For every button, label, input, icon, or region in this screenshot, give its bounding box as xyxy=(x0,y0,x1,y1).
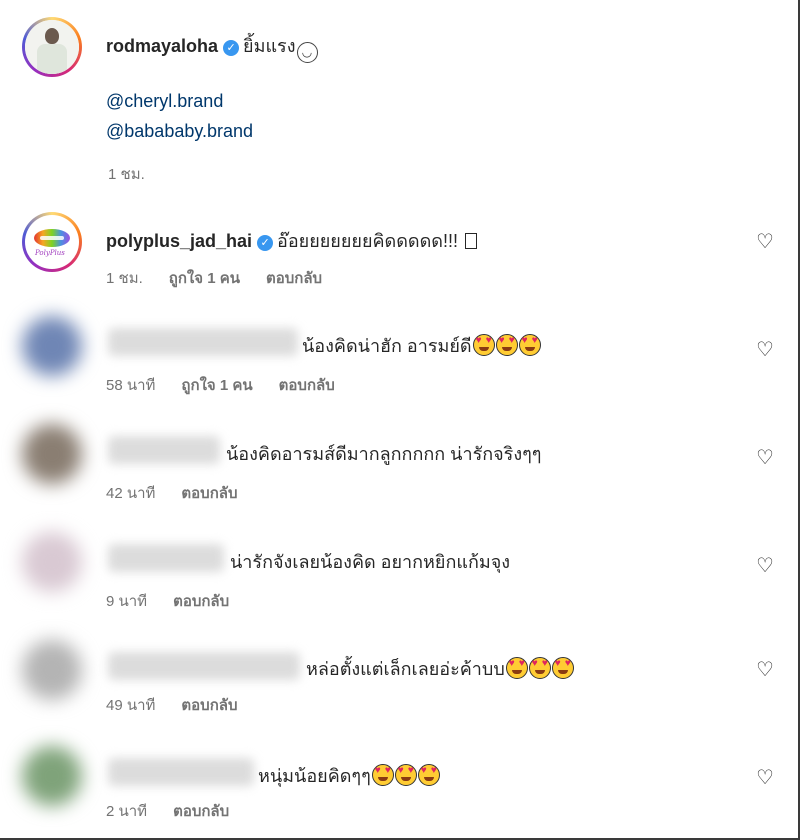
verified-badge-icon: ✓ xyxy=(257,235,274,251)
comment-body: น่ารักจังเลยน้องคิด อยากหยิกแก้มจุง xyxy=(230,547,510,576)
commenter-avatar[interactable] xyxy=(22,316,82,376)
smiling-face-with-heart-eyes-icon xyxy=(505,657,528,679)
comment-body: หล่อตั้งแต่เล็กเลยอ่ะค้าบบ xyxy=(306,654,574,683)
comment-text: น่ารักจังเลยน้องคิด อยากหยิกแก้มจุง xyxy=(230,552,511,572)
brand-logo xyxy=(34,229,70,247)
smiling-face-with-heart-eyes-icon xyxy=(394,764,417,786)
reply-button[interactable]: ตอบกลับ xyxy=(279,377,335,394)
reply-button[interactable]: ตอบกลับ xyxy=(181,485,237,502)
smiling-face-with-heart-eyes-icon xyxy=(495,334,518,356)
comment-body: หนุ่มน้อยคิดๆๆ xyxy=(258,761,440,790)
heart-outline-icon[interactable]: ♡ xyxy=(756,232,776,252)
comment-text: น้องคิดอารมส์ดีมากลูกกกกก น่ารักจริงๆๆ xyxy=(226,444,542,464)
comment-meta: 2 นาที ตอบกลับ xyxy=(106,799,255,823)
heart-outline-icon[interactable]: ♡ xyxy=(756,340,776,360)
heart-outline-icon[interactable]: ♡ xyxy=(756,448,776,468)
reply-button[interactable]: ตอบกลับ xyxy=(181,697,237,714)
comment-meta: 42 นาที ตอบกลับ xyxy=(106,481,264,505)
smiling-face-with-heart-eyes-icon xyxy=(371,764,394,786)
comment-text: หนุ่มน้อยคิดๆๆ xyxy=(258,766,371,786)
comment-username-blurred xyxy=(108,758,254,786)
comment-username-blurred xyxy=(108,328,298,356)
reply-button[interactable]: ตอบกลับ xyxy=(173,593,229,610)
comment-time: 9 นาที xyxy=(106,593,148,610)
mention-link[interactable]: @babababy.brand xyxy=(106,121,253,142)
commenter-avatar[interactable] xyxy=(22,746,82,806)
likes-count[interactable]: ถูกใจ 1 คน xyxy=(181,377,252,394)
comment-text: อ๊อยยยยยยยคิดดดดด!!! xyxy=(277,231,458,251)
caption-username[interactable]: rodmayaloha xyxy=(106,36,218,56)
comment-meta: 1 ชม. ถูกใจ 1 คน ตอบกลับ xyxy=(106,266,348,290)
smiling-face-with-heart-eyes-icon xyxy=(551,657,574,679)
comment-time: 2 นาที xyxy=(106,803,148,820)
comment-text: น้องคิดน่าฮัก อารมย์ดี xyxy=(302,336,472,356)
comment-time: 49 นาที xyxy=(106,697,156,714)
smiling-face-with-heart-eyes-icon xyxy=(417,764,440,786)
caption-time: 1 ชม. xyxy=(108,166,145,183)
caption-avatar[interactable] xyxy=(22,17,82,77)
comment-username-blurred xyxy=(108,544,224,572)
comment-username[interactable]: polyplus_jad_hai xyxy=(106,231,252,251)
comment-time: 1 ชม. xyxy=(106,270,143,287)
verified-badge-icon: ✓ xyxy=(223,40,240,56)
comment-meta: 9 นาที ตอบกลับ xyxy=(106,589,255,613)
comment-username-blurred xyxy=(108,436,220,464)
comment-body: polyplus_jad_hai ✓ อ๊อยยยยยยยคิดดดดด!!! xyxy=(106,226,478,255)
comment-time: 42 นาที xyxy=(106,485,156,502)
caption-header: rodmayaloha ✓ ยิ้มแรง ◡ xyxy=(106,31,318,63)
comment-meta: 49 นาที ตอบกลับ xyxy=(106,693,264,717)
reply-button[interactable]: ตอบกลับ xyxy=(266,270,322,287)
comment-time: 58 นาที xyxy=(106,377,156,394)
commenter-avatar[interactable]: PolyPlus xyxy=(22,212,82,272)
mention-link[interactable]: @cheryl.brand xyxy=(106,91,223,112)
smiling-face-with-heart-eyes-icon xyxy=(528,657,551,679)
comment-username-blurred xyxy=(108,652,300,680)
comment-text: หล่อตั้งแต่เล็กเลยอ่ะค้าบบ xyxy=(306,659,505,679)
heart-outline-icon[interactable]: ♡ xyxy=(756,660,776,680)
commenter-avatar[interactable] xyxy=(22,532,82,592)
caption-text: ยิ้มแรง xyxy=(243,36,296,56)
commenter-avatar[interactable] xyxy=(22,424,82,484)
commenter-avatar[interactable] xyxy=(22,640,82,700)
comment-meta: 58 นาที ถูกใจ 1 คน ตอบกลับ xyxy=(106,373,361,397)
reply-button[interactable]: ตอบกลับ xyxy=(173,803,229,820)
likes-count[interactable]: ถูกใจ 1 คน xyxy=(169,270,240,287)
missing-glyph-icon xyxy=(465,233,478,249)
smiling-face-with-heart-eyes-icon xyxy=(518,334,541,356)
heart-outline-icon[interactable]: ♡ xyxy=(756,556,776,576)
comment-body: น้องคิดอารมส์ดีมากลูกกกกก น่ารักจริงๆๆ xyxy=(226,439,541,468)
comment-body: น้องคิดน่าฮัก อารมย์ดี xyxy=(302,331,541,360)
heart-outline-icon[interactable]: ♡ xyxy=(756,768,776,788)
smiling-face-with-heart-eyes-icon xyxy=(472,334,495,356)
grinning-face-icon: ◡ xyxy=(296,42,318,63)
